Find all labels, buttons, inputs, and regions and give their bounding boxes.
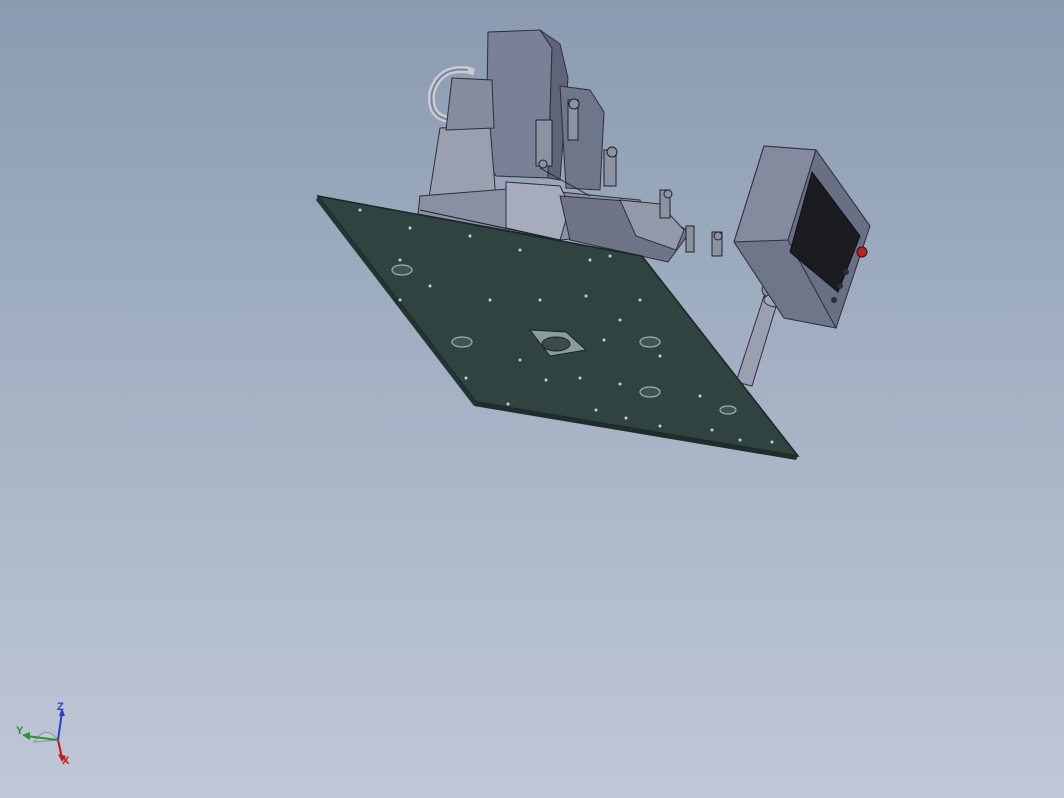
y-label: Y (16, 725, 24, 737)
estop-button (856, 246, 868, 258)
cad-model[interactable] (0, 0, 1064, 798)
control-panel[interactable] (733, 145, 871, 330)
view-triad[interactable]: Z Y X (12, 700, 76, 772)
z-label: Z (57, 701, 64, 713)
graphics-viewport[interactable]: Z Y X (0, 0, 1064, 798)
motor-housing (559, 85, 605, 191)
x-label: X (62, 755, 70, 767)
z-axis (57, 711, 63, 741)
